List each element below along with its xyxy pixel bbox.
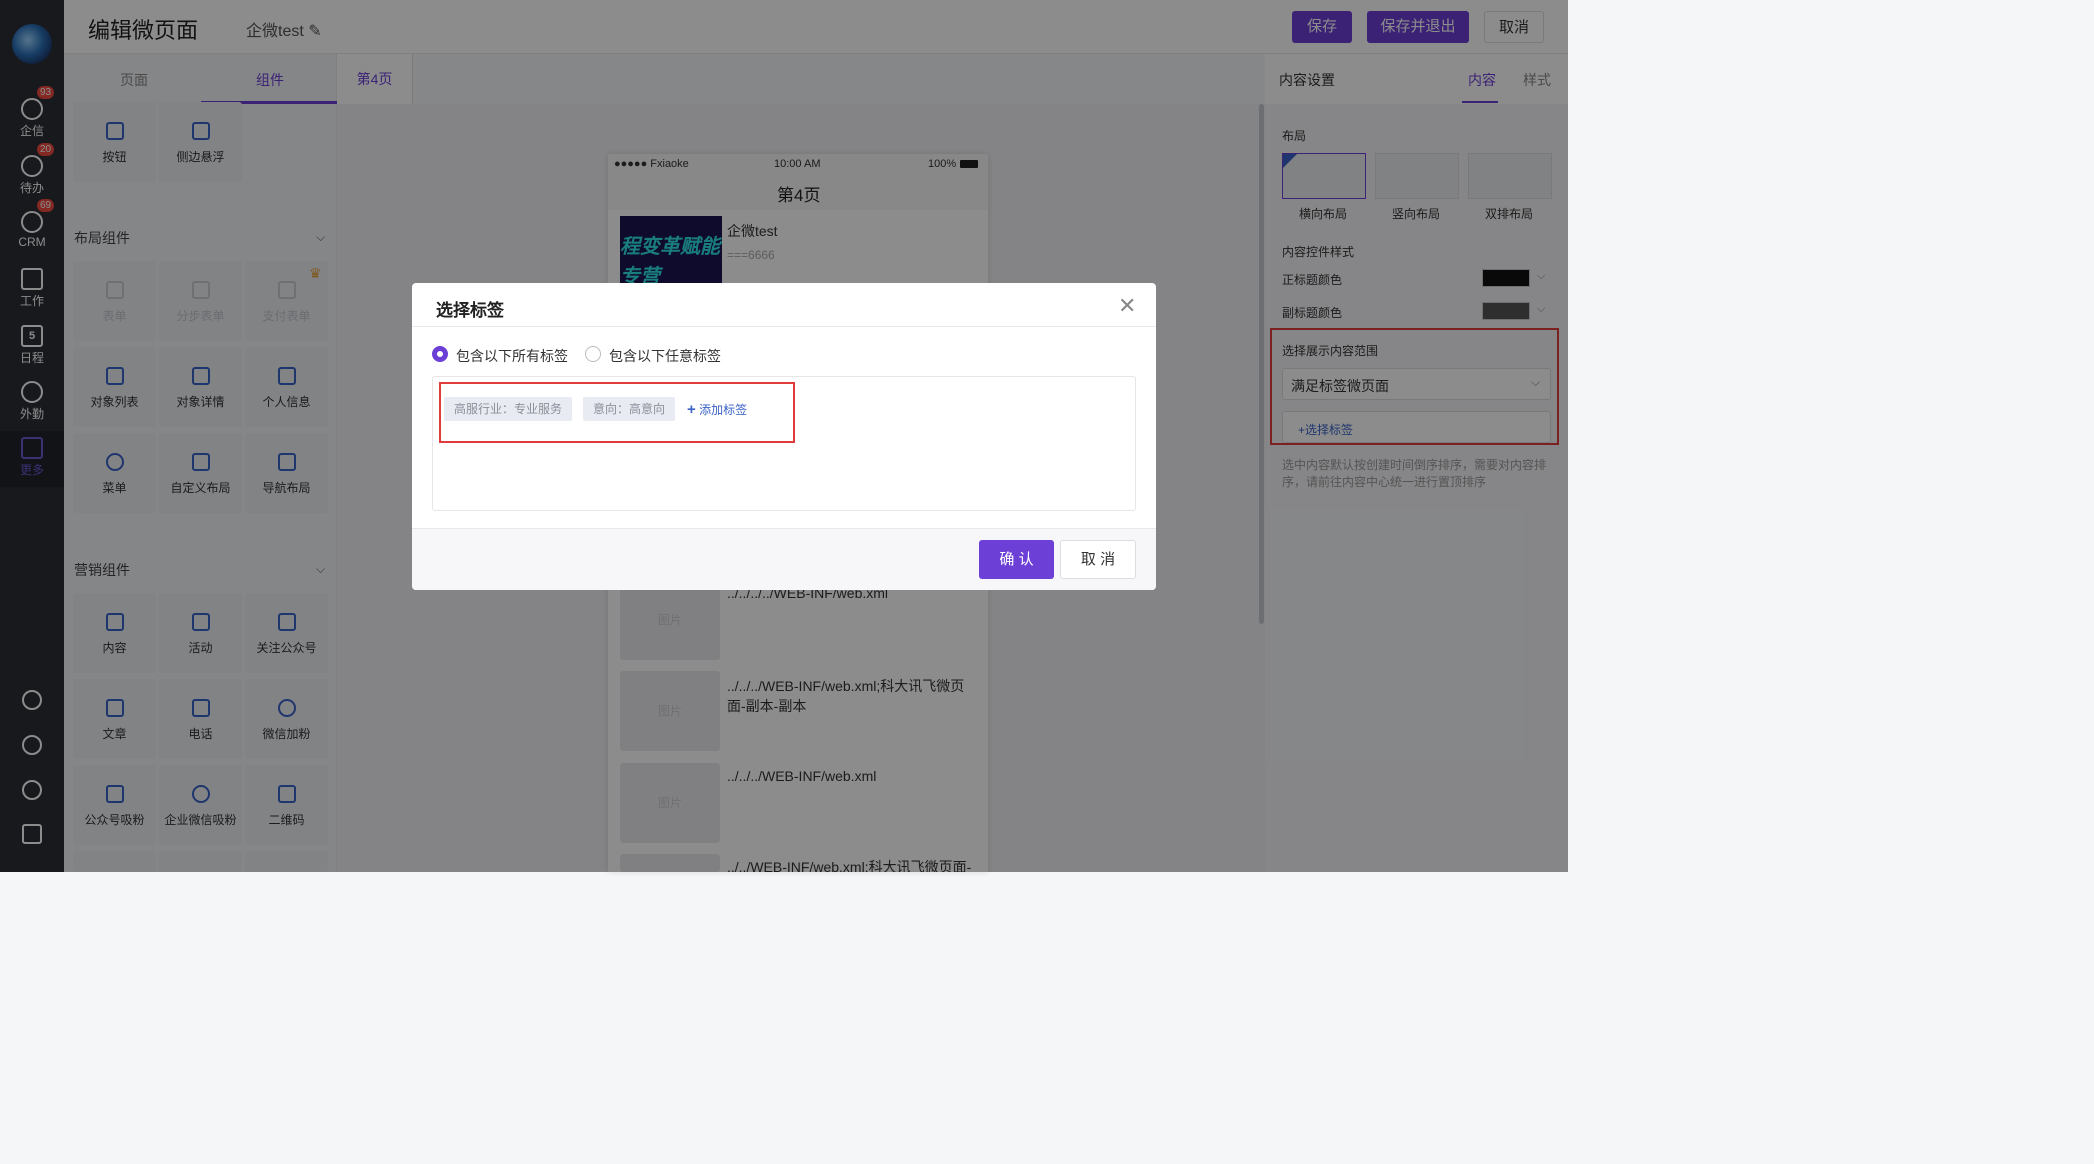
confirm-button[interactable]: 确 认 [979,540,1054,579]
divider [412,326,1156,327]
dialog-cancel-button[interactable]: 取 消 [1060,540,1136,579]
select-tag-dialog: 选择标签 ✕ 包含以下所有标签 包含以下任意标签 高服行业：专业服务 意向：高意… [412,283,1156,590]
close-icon[interactable]: ✕ [1118,293,1136,319]
option-any-label[interactable]: 包含以下任意标签 [609,346,721,366]
radio-match-any[interactable] [585,346,601,362]
highlight-box [439,382,795,443]
dialog-title: 选择标签 [436,301,504,320]
radio-match-all[interactable] [432,346,448,362]
option-all-label[interactable]: 包含以下所有标签 [456,346,568,366]
